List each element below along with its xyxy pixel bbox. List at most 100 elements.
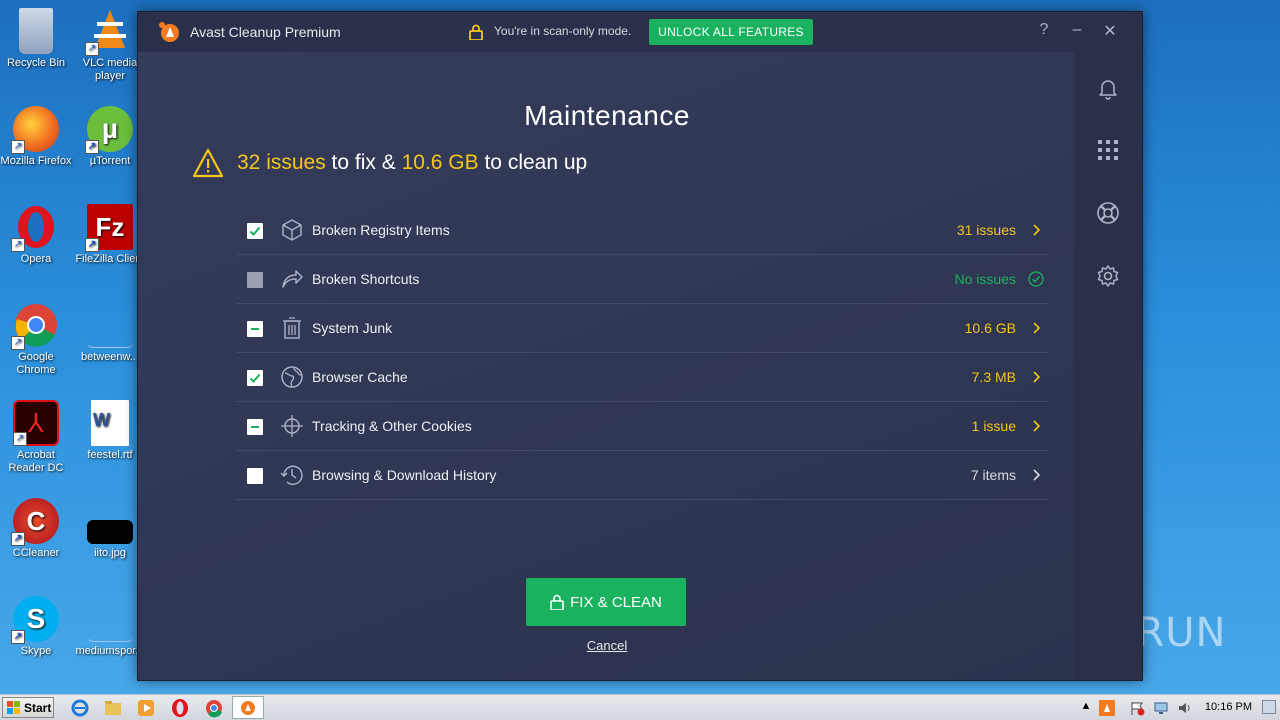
taskbar: Start ▲ 10:16 PM	[0, 694, 1280, 720]
desktop-icon-opera[interactable]: ↗ Opera	[0, 204, 72, 266]
avast-logo-icon	[159, 22, 179, 42]
close-button[interactable]: ✕	[1099, 21, 1121, 41]
checkbox-checked[interactable]	[247, 370, 263, 386]
list-item-browsing-history[interactable]: Browsing & Download History 7 items	[236, 451, 1049, 500]
cancel-link[interactable]: Cancel	[138, 638, 1076, 653]
internet-explorer-icon[interactable]	[70, 698, 90, 718]
start-button[interactable]: Start	[2, 697, 54, 718]
checkbox-checked[interactable]	[247, 223, 263, 239]
desktop-icon-recycle-bin[interactable]: Recycle Bin	[0, 8, 72, 70]
vlc-icon: ↗	[85, 8, 133, 56]
list-item-broken-shortcuts[interactable]: Broken Shortcuts No issues	[236, 255, 1049, 304]
summary-text-tail: to clean up	[478, 151, 588, 174]
list-item-value: No issues	[954, 271, 1016, 287]
action-center-flag-icon[interactable]	[1129, 700, 1145, 716]
desktop-icon-feestel-rtf[interactable]: W feestel.rtf	[74, 400, 146, 462]
list-item-value: 31 issues	[956, 222, 1016, 238]
chevron-right-icon[interactable]	[1031, 420, 1041, 432]
ccleaner-icon: C ↗	[11, 498, 59, 546]
help-button[interactable]: ?	[1033, 21, 1055, 39]
word-document-icon: W	[91, 400, 129, 446]
support-lifebuoy-icon[interactable]	[1096, 201, 1120, 225]
issues-count: 32 issues	[237, 151, 326, 174]
list-item-value: 1 issue	[971, 418, 1016, 434]
desktop-icon-label: Google Chrome	[16, 351, 56, 376]
desktop-icon-label: Recycle Bin	[6, 57, 66, 69]
opera-taskbar-icon[interactable]	[170, 698, 190, 718]
checkbox-disabled	[247, 272, 263, 288]
image-file-icon	[87, 520, 133, 544]
avast-cleanup-window: Avast Cleanup Premium You're in scan-onl…	[137, 11, 1143, 681]
avast-taskbar-button[interactable]	[232, 696, 264, 719]
apps-grid-icon[interactable]	[1096, 138, 1120, 162]
desktop-icon-chrome[interactable]: ↗ Google Chrome	[0, 302, 72, 377]
desktop-icon-acrobat[interactable]: ⅄ ↗ Acrobat Reader DC	[0, 400, 72, 475]
show-hidden-icons-icon[interactable]: ▲	[1078, 700, 1094, 716]
check-circle-icon	[1028, 271, 1044, 287]
windows-logo-icon	[7, 700, 20, 714]
firefox-icon: ↗	[11, 106, 59, 154]
bell-icon[interactable]	[1096, 76, 1120, 100]
list-item-label: Tracking & Other Cookies	[312, 418, 472, 434]
desktop-icon-firefox[interactable]: ↗ Mozilla Firefox	[0, 106, 72, 168]
avast-taskbar-icon	[241, 701, 255, 715]
list-item-label: Broken Shortcuts	[312, 271, 420, 287]
chevron-right-icon[interactable]	[1031, 469, 1041, 481]
desktop-icon-file-mediumspor[interactable]: mediumspor...	[74, 596, 146, 658]
desktop-icon-label: iito.jpg	[94, 547, 126, 559]
lock-icon	[469, 24, 483, 40]
gear-icon[interactable]	[1096, 264, 1120, 288]
chevron-right-icon[interactable]	[1031, 224, 1041, 236]
desktop-icon-skype[interactable]: S ↗ Skype	[0, 596, 72, 658]
recycle-bin-icon	[19, 8, 53, 54]
minimize-button[interactable]: –	[1066, 21, 1088, 39]
list-item-value: 7 items	[970, 467, 1016, 483]
blank-file-icon	[87, 596, 133, 642]
chrome-icon: ↗	[11, 302, 59, 350]
issues-summary: 32 issues to fix & 10.6 GB to clean up	[192, 146, 587, 180]
checkbox-partial[interactable]	[247, 321, 263, 337]
volume-icon[interactable]	[1177, 700, 1193, 716]
show-desktop-button[interactable]	[1262, 700, 1276, 714]
chevron-right-icon[interactable]	[1031, 322, 1041, 334]
crosshair-icon	[281, 415, 303, 437]
desktop-icon-label: Skype	[20, 645, 52, 657]
desktop-icon-iito-jpg[interactable]: iito.jpg	[74, 498, 146, 560]
fix-and-clean-button[interactable]: FIX & CLEAN	[526, 578, 686, 626]
title-bar: Avast Cleanup Premium You're in scan-onl…	[138, 12, 1142, 52]
desktop-icon-utorrent[interactable]: µ ↗ µTorrent	[74, 106, 146, 168]
clock-time[interactable]: 10:16 PM	[1205, 701, 1252, 713]
list-item-label: Browsing & Download History	[312, 467, 497, 483]
side-navigation	[1074, 52, 1142, 680]
list-item-label: Broken Registry Items	[312, 222, 450, 238]
page-title: Maintenance	[524, 100, 690, 131]
scan-mode-text: You're in scan-only mode.	[494, 24, 632, 38]
chrome-taskbar-icon[interactable]	[204, 698, 224, 718]
desktop-icon-ccleaner[interactable]: C ↗ CCleaner	[0, 498, 72, 560]
skype-icon: S ↗	[11, 596, 59, 644]
utorrent-icon: µ ↗	[85, 106, 133, 154]
desktop-icon-label: FileZilla Client	[75, 253, 145, 265]
filezilla-icon: Fz ↗	[85, 204, 133, 252]
desktop-icon-file-betweenw[interactable]: betweenw...	[74, 302, 146, 364]
avast-tray-icon[interactable]	[1099, 700, 1115, 716]
media-player-icon[interactable]	[136, 698, 156, 718]
maintenance-panel: Maintenance 32 issues to fix & 10.6 GB t…	[138, 52, 1076, 680]
list-item-system-junk[interactable]: System Junk 10.6 GB	[236, 304, 1049, 353]
history-clock-icon	[280, 465, 303, 485]
network-icon[interactable]	[1153, 700, 1169, 716]
chevron-right-icon[interactable]	[1031, 371, 1041, 383]
list-item-tracking-cookies[interactable]: Tracking & Other Cookies 1 issue	[236, 402, 1049, 451]
checkbox-partial[interactable]	[247, 419, 263, 435]
desktop-icon-filezilla[interactable]: Fz ↗ FileZilla Client	[74, 204, 146, 266]
blank-file-icon	[87, 302, 133, 348]
list-item-browser-cache[interactable]: Browser Cache 7.3 MB	[236, 353, 1049, 402]
checkbox-unchecked[interactable]	[247, 468, 263, 484]
trash-icon	[283, 317, 301, 339]
desktop-icon-vlc[interactable]: ↗ VLC media player	[74, 8, 146, 83]
list-item-value: 10.6 GB	[964, 320, 1016, 336]
list-item-broken-registry[interactable]: Broken Registry Items 31 issues	[236, 206, 1049, 255]
desktop-icon-label: mediumspor...	[75, 645, 145, 657]
unlock-all-features-button[interactable]: UNLOCK ALL FEATURES	[649, 19, 813, 45]
file-explorer-icon[interactable]	[103, 698, 123, 718]
